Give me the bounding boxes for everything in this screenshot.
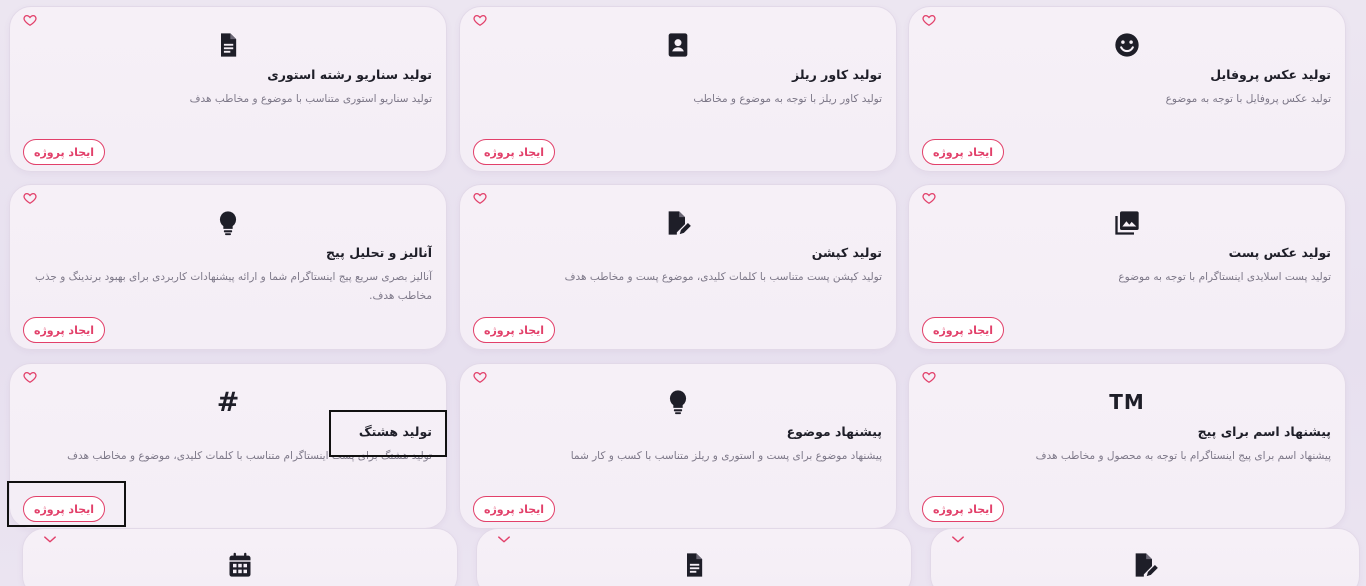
card-description: تولید سناریو استوری متناسب با موضوع و مخ… <box>189 93 432 105</box>
card-title: تولید عکس پروفایل <box>1210 67 1331 82</box>
card-post-photo[interactable]: تولید عکس پست تولید پست اسلایدی اینستاگر… <box>908 184 1346 350</box>
card-description: تولید کپشن پست متناسب با کلمات کلیدی، مو… <box>564 271 882 283</box>
card-description: پیشنهاد اسم برای پیج اینستاگرام با توجه … <box>1035 450 1331 462</box>
create-project-button[interactable]: ایجاد پروژه <box>473 139 555 165</box>
heart-icon[interactable] <box>473 370 487 384</box>
create-project-button[interactable]: ایجاد پروژه <box>23 317 105 343</box>
contact-card-icon <box>662 29 694 61</box>
card-story-script[interactable]: تولید سناریو رشته استوری تولید سناریو اس… <box>9 6 447 172</box>
card-title: تولید کپشن <box>811 245 882 260</box>
heart-icon[interactable] <box>473 191 487 205</box>
create-project-button[interactable]: ایجاد پروژه <box>922 317 1004 343</box>
create-project-button[interactable]: ایجاد پروژه <box>922 139 1004 165</box>
create-project-button[interactable]: ایجاد پروژه <box>23 139 105 165</box>
card-topic[interactable]: پیشنهاد موضوع پیشنهاد موضوع برای پست و ا… <box>459 363 897 529</box>
card-partial[interactable] <box>22 528 458 586</box>
lightbulb-icon <box>662 386 694 418</box>
card-caption[interactable]: تولید کپشن تولید کپشن پست متناسب با کلما… <box>459 184 897 350</box>
card-description: تولید پست اسلایدی اینستاگرام با توجه به … <box>1118 271 1331 283</box>
document-icon <box>212 29 244 61</box>
card-title: پیشنهاد موضوع <box>786 424 882 439</box>
create-project-button[interactable]: ایجاد پروژه <box>922 496 1004 522</box>
card-title: پیشنهاد اسم برای پیج <box>1197 424 1331 439</box>
create-project-button[interactable]: ایجاد پروژه <box>23 496 105 522</box>
heart-icon[interactable] <box>23 370 37 384</box>
card-title: تولید هشتگ <box>358 424 432 439</box>
card-description: تولید عکس پروفایل با توجه به موضوع <box>1165 93 1331 105</box>
trademark-glyph: TM <box>1109 390 1145 414</box>
create-project-button[interactable]: ایجاد پروژه <box>473 317 555 343</box>
card-page-name[interactable]: TM پیشنهاد اسم برای پیج پیشنهاد اسم برای… <box>908 363 1346 529</box>
trademark-icon: TM <box>1109 386 1145 418</box>
heart-icon[interactable] <box>922 191 936 205</box>
card-title: آنالیز و تحلیل پیج <box>326 245 432 260</box>
card-description: تولید کاور ریلز با توجه به موضوع و مخاطب <box>693 93 882 105</box>
edit-document-icon <box>662 207 694 239</box>
card-title: تولید سناریو رشته استوری <box>267 67 432 82</box>
card-description: تولید هشتگ برای پست اینستاگرام متناسب با… <box>67 450 432 462</box>
document-icon <box>678 549 710 581</box>
edit-document-icon <box>1129 549 1161 581</box>
lightbulb-icon <box>212 207 244 239</box>
smile-icon <box>1111 29 1143 61</box>
heart-icon[interactable] <box>23 13 37 27</box>
create-project-button[interactable]: ایجاد پروژه <box>473 496 555 522</box>
card-page-analysis[interactable]: آنالیز و تحلیل پیج آنالیز بصری سریع پیج … <box>9 184 447 350</box>
card-title: تولید عکس پست <box>1228 245 1331 260</box>
card-profile-photo[interactable]: تولید عکس پروفایل تولید عکس پروفایل با ت… <box>908 6 1346 172</box>
heart-icon[interactable] <box>922 13 936 27</box>
card-description: آنالیز بصری سریع پیج اینستاگرام شما و ار… <box>35 271 432 302</box>
card-title: تولید کاور ریلز <box>792 67 882 82</box>
heart-icon[interactable] <box>497 533 511 547</box>
tools-grid: تولید عکس پروفایل تولید عکس پروفایل با ت… <box>0 0 1366 586</box>
card-partial[interactable] <box>476 528 912 586</box>
card-partial[interactable] <box>930 528 1360 586</box>
hashtag-glyph: # <box>216 386 240 418</box>
heart-icon[interactable] <box>922 370 936 384</box>
heart-icon[interactable] <box>43 533 57 547</box>
heart-icon[interactable] <box>951 533 965 547</box>
calendar-icon <box>224 549 256 581</box>
card-hashtag[interactable]: # تولید هشتگ تولید هشتگ برای پست اینستاگ… <box>9 363 447 529</box>
heart-icon[interactable] <box>23 191 37 205</box>
hashtag-icon: # <box>212 386 244 418</box>
heart-icon[interactable] <box>473 13 487 27</box>
card-reels-cover[interactable]: تولید کاور ریلز تولید کاور ریلز با توجه … <box>459 6 897 172</box>
photo-library-icon <box>1111 207 1143 239</box>
card-description: پیشنهاد موضوع برای پست و استوری و ریلز م… <box>570 450 882 462</box>
